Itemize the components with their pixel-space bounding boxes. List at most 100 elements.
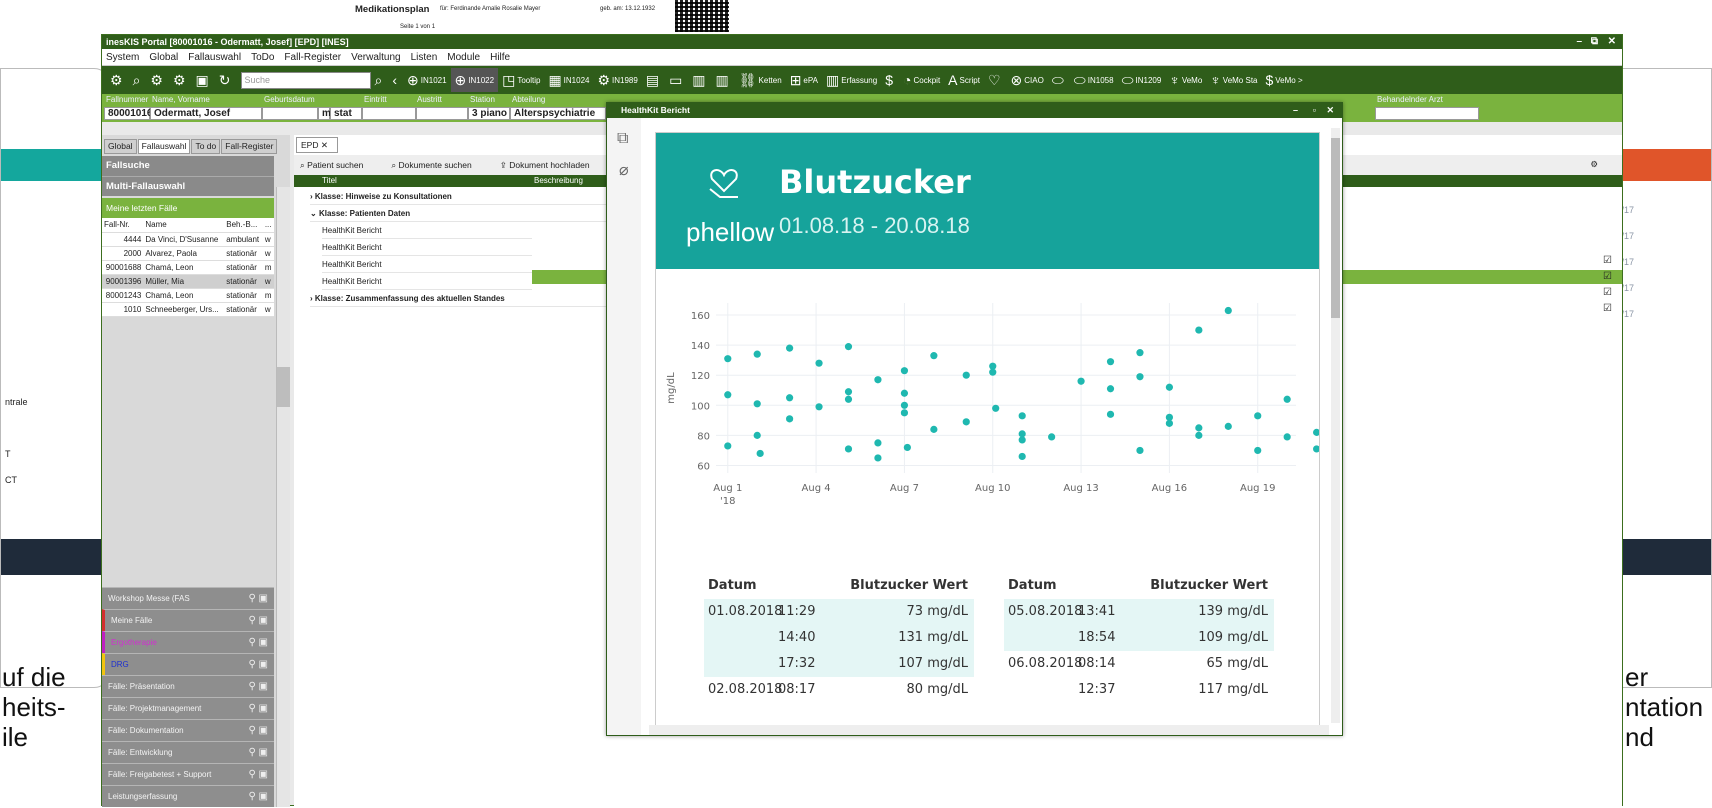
toolbar-button[interactable]: ⛓ Ketten	[735, 68, 786, 92]
case-list-item[interactable]: Fälle: Präsentation ⚲ ▣	[102, 675, 274, 697]
field-austritt[interactable]	[416, 107, 468, 120]
document-class-row[interactable]: › Klasse: Hinweise zu Konsultationen	[310, 189, 610, 205]
field-type[interactable]: stat	[330, 107, 362, 120]
section-multi-fallauswahl[interactable]: Multi-Fallauswahl	[102, 176, 274, 196]
maximize-icon[interactable]: ▫	[1313, 103, 1316, 118]
tab-fall-register[interactable]: Fall-Register	[221, 139, 278, 154]
document-row[interactable]: HealthKit Bericht	[322, 240, 532, 256]
pin-icon[interactable]: ⚲ ▣	[248, 588, 268, 610]
case-list-item[interactable]: Workshop Messe (FAS ⚲ ▣	[102, 587, 274, 609]
tab-fallauswahl[interactable]: Fallauswahl	[137, 139, 191, 154]
toolbar-button[interactable]: ▦ IN1024	[544, 68, 593, 92]
tab-epd[interactable]: EPD ✕	[296, 137, 338, 153]
col-more[interactable]: ...	[262, 218, 274, 233]
case-list-item[interactable]: Fälle: Entwicklung ⚲ ▣	[102, 741, 274, 763]
tab-todo[interactable]: To do	[191, 139, 221, 154]
menu-todo[interactable]: ToDo	[251, 52, 274, 63]
menu-fall-register[interactable]: Fall-Register	[284, 52, 341, 63]
refresh-button[interactable]: ↻	[215, 68, 237, 92]
search-button[interactable]: ⌕	[371, 68, 389, 92]
section-meine-letzten-faelle[interactable]: Meine letzten Fälle	[102, 198, 274, 218]
toolbar-button[interactable]: ⬭ IN1058	[1070, 68, 1118, 92]
pin-icon[interactable]: ⚲ ▣	[248, 676, 268, 698]
case-list-item[interactable]: Leistungserfassung ⚲ ▣	[102, 785, 274, 807]
paperclip-icon[interactable]: ⌀	[619, 160, 629, 180]
toolbar-button[interactable]: ◔ Cockpit	[899, 68, 944, 92]
menu-global[interactable]: Global	[149, 52, 178, 63]
pin-icon[interactable]: ⚲ ▣	[248, 632, 268, 654]
col-fallnr[interactable]: Fall-Nr.	[102, 218, 144, 233]
case-list-item[interactable]: Fälle: Freigabetest + Support ⚲ ▣	[102, 763, 274, 785]
expand-icon[interactable]: ⌄	[310, 209, 319, 218]
toolbar-button[interactable]: ♡	[984, 68, 1007, 92]
field-fallnummer[interactable]: 80001016	[104, 107, 153, 120]
toolbar-button[interactable]: ♆ VeMo Sta	[1206, 68, 1261, 92]
table-row[interactable]: 80001243 Chamá, Leon stationär m	[102, 288, 274, 303]
toolbar-button[interactable]: ♆ VeMo	[1165, 68, 1206, 92]
pin-icon[interactable]: ⚲ ▣	[248, 742, 268, 764]
tool-button[interactable]: ⌕	[129, 68, 147, 92]
table-row[interactable]: 90001396 Müller, Mia stationär w	[102, 274, 274, 289]
document-row[interactable]: HealthKit Bericht	[322, 257, 532, 273]
toolbar-button[interactable]: ⊞ ePA	[786, 68, 822, 92]
case-list-item[interactable]: DRG ⚲ ▣	[102, 653, 274, 675]
field-name[interactable]: Odermatt, Josef	[150, 107, 262, 120]
toolbar-button[interactable]: ⬭ IN1209	[1118, 68, 1166, 92]
col-beschreibung[interactable]: Beschreibung	[534, 175, 583, 187]
menu-fallauswahl[interactable]: Fallauswahl	[188, 52, 241, 63]
patient-suchen-button[interactable]: ⌕ Patient suchen	[300, 160, 377, 171]
pin-icon[interactable]: ⚲ ▣	[248, 654, 268, 676]
pin-icon[interactable]: ⚲ ▣	[248, 698, 268, 720]
field-station[interactable]: 3 piano	[468, 107, 510, 120]
scroll-thumb[interactable]	[277, 367, 290, 407]
tool-button[interactable]: ⚙	[169, 68, 192, 92]
toolbar-button[interactable]: ◳ Tooltip	[498, 68, 544, 92]
tool-button[interactable]: ▣	[192, 68, 215, 92]
minimize-icon[interactable]: –	[1293, 103, 1298, 118]
menu-verwaltung[interactable]: Verwaltung	[351, 52, 400, 63]
toolbar-button[interactable]: ⊕ IN1022	[450, 68, 499, 92]
menu-module[interactable]: Module	[447, 52, 480, 63]
toolbar-button[interactable]: ⊗ CIAO	[1007, 68, 1048, 92]
close-icon[interactable]: ✕	[1608, 35, 1616, 49]
toolbar-button[interactable]: ⚙ IN1989	[593, 68, 641, 92]
toolbar-button[interactable]: ▥	[712, 68, 735, 92]
toolbar-button[interactable]: $ VeMo >	[1261, 68, 1306, 92]
menu-system[interactable]: System	[106, 52, 139, 63]
gear-icon[interactable]: ⚙	[1590, 159, 1598, 170]
toolbar-button[interactable]: ⬭	[1048, 68, 1070, 92]
edit-icon[interactable]: ☑	[1603, 287, 1612, 298]
section-fallsuche[interactable]: Fallsuche	[102, 156, 274, 176]
col-beh[interactable]: Beh.-B...	[224, 218, 263, 233]
toolbar-button[interactable]: ▭	[665, 68, 688, 92]
edit-icon[interactable]: ☑	[1603, 271, 1612, 282]
table-row[interactable]: 4444 Da Vinci, D'Susanne ambulant w	[102, 232, 274, 247]
pin-icon[interactable]: ⚲ ▣	[248, 720, 268, 742]
dokument-hochladen-button[interactable]: ⇪ Dokument hochladen	[500, 160, 604, 171]
case-list-item[interactable]: Fälle: Projektmanagement ⚲ ▣	[102, 697, 274, 719]
edit-icon[interactable]: ☑	[1603, 255, 1612, 266]
scroll-thumb[interactable]	[1331, 138, 1340, 318]
close-icon[interactable]: ✕	[1326, 103, 1334, 118]
field-abteilung[interactable]: Alterspsychiatrie	[510, 107, 606, 120]
document-row[interactable]: HealthKit Bericht	[322, 223, 532, 239]
toolbar-button[interactable]: A Script	[944, 68, 984, 92]
dokumente-suchen-button[interactable]: ⌕ Dokumente suchen	[391, 160, 485, 171]
toolbar-button[interactable]: ▤	[642, 68, 665, 92]
tool-button[interactable]: ‹	[388, 68, 403, 92]
case-list-item[interactable]: Ergotherapie ⚲ ▣	[102, 631, 274, 653]
table-row[interactable]: 90001688 Chamá, Leon stationär m	[102, 260, 274, 275]
tool-button[interactable]: ⚙	[146, 68, 169, 92]
toolbar-button[interactable]: ⊕ IN1021	[403, 68, 451, 92]
table-row[interactable]: 1010 Schneeberger, Urs... stationär w	[102, 302, 274, 317]
col-titel[interactable]: Titel	[322, 176, 337, 185]
field-sex[interactable]: m	[318, 107, 331, 120]
edit-icon[interactable]: ☑	[1603, 303, 1612, 314]
field-eintritt[interactable]	[362, 107, 416, 120]
pin-icon[interactable]: ⚲ ▣	[248, 786, 268, 808]
restore-icon[interactable]: ⧉	[1591, 35, 1598, 49]
case-list-item[interactable]: Fälle: Dokumentation ⚲ ▣	[102, 719, 274, 741]
left-scrollbar[interactable]	[276, 187, 290, 807]
document-class-row[interactable]: › Klasse: Zusammenfassung des aktuellen …	[310, 291, 610, 307]
case-list-item[interactable]: Meine Fälle ⚲ ▣	[102, 609, 274, 631]
